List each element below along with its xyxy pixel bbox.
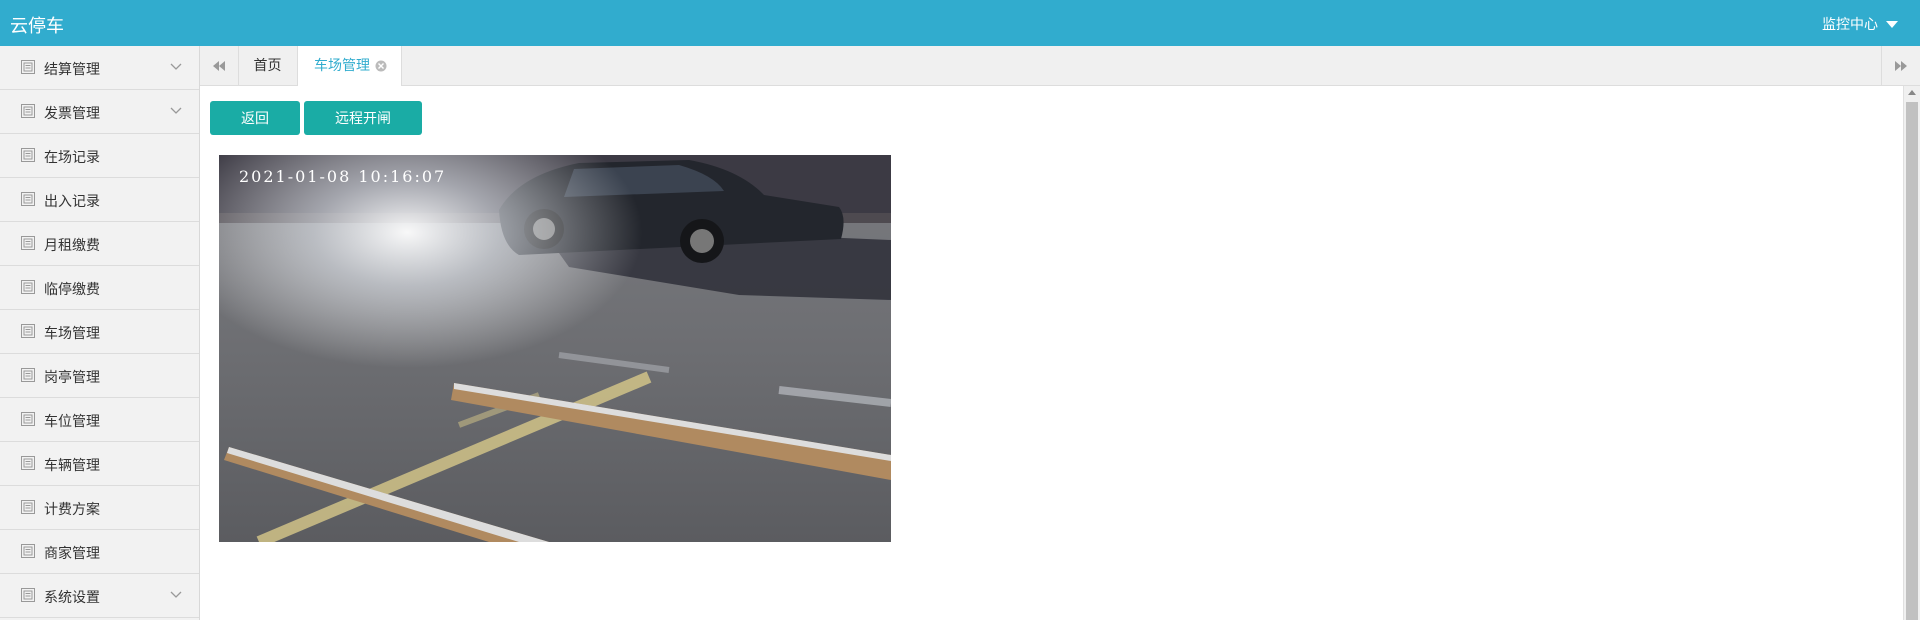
sidebar-item[interactable]: 计费方案 <box>0 486 199 530</box>
document-icon <box>21 544 35 558</box>
sidebar-item-label: 出入记录 <box>44 194 100 210</box>
sidebar-item[interactable]: 发票管理 <box>0 90 199 134</box>
sidebar-item[interactable]: 车辆管理 <box>0 442 199 486</box>
tab-bar: 首页 车场管理 <box>200 46 1920 86</box>
back-button[interactable]: 返回 <box>210 101 300 135</box>
chevron-down-icon <box>170 63 182 70</box>
sidebar-item[interactable]: 结算管理 <box>0 46 199 90</box>
caret-down-icon <box>1886 20 1898 28</box>
chevron-down-icon <box>170 591 182 598</box>
main-content: 返回 远程开闸 2021-01-08 10:16:07 <box>200 86 1903 620</box>
sidebar-item[interactable]: 车场管理 <box>0 310 199 354</box>
close-circle-icon[interactable] <box>375 60 387 72</box>
sidebar-item-label: 结算管理 <box>44 62 100 78</box>
sidebar-item-label: 计费方案 <box>44 502 100 518</box>
sidebar: 结算管理发票管理在场记录出入记录月租缴费临停缴费车场管理岗亭管理车位管理车辆管理… <box>0 46 200 620</box>
sidebar-item[interactable]: 车位管理 <box>0 398 199 442</box>
sidebar-item[interactable]: 商家管理 <box>0 530 199 574</box>
document-icon <box>21 412 35 426</box>
app-title: 云停车 <box>10 16 64 37</box>
sidebar-item-label: 月租缴费 <box>44 238 100 254</box>
scrollbar-thumb[interactable] <box>1906 102 1918 620</box>
document-icon <box>21 236 35 250</box>
scroll-up-arrow-icon[interactable] <box>1908 90 1916 95</box>
document-icon <box>21 456 35 470</box>
document-icon <box>21 280 35 294</box>
double-left-arrow-icon <box>213 60 225 71</box>
sidebar-item-label: 车位管理 <box>44 414 100 430</box>
document-icon <box>21 148 35 162</box>
document-icon <box>21 60 35 74</box>
document-icon <box>21 500 35 514</box>
sidebar-item-label: 车场管理 <box>44 326 100 342</box>
sidebar-item[interactable]: 岗亭管理 <box>0 354 199 398</box>
sidebar-item-label: 岗亭管理 <box>44 370 100 386</box>
tab-home[interactable]: 首页 <box>238 46 298 86</box>
document-icon <box>21 324 35 338</box>
monitor-center-label: 监控中心 <box>1822 17 1878 33</box>
double-right-arrow-icon <box>1895 60 1907 71</box>
sidebar-item[interactable]: 月租缴费 <box>0 222 199 266</box>
chevron-down-icon <box>170 107 182 114</box>
tab-parking-management-label: 车场管理 <box>314 58 370 74</box>
document-icon <box>21 192 35 206</box>
sidebar-item-label: 系统设置 <box>44 590 100 606</box>
sidebar-item-label: 发票管理 <box>44 106 100 122</box>
document-icon <box>21 104 35 118</box>
sidebar-item[interactable]: 临停缴费 <box>0 266 199 310</box>
top-header: 云停车 监控中心 <box>0 0 1920 46</box>
tab-parking-management[interactable]: 车场管理 <box>298 46 402 86</box>
sidebar-item-label: 商家管理 <box>44 546 100 562</box>
monitor-center-menu[interactable]: 监控中心 <box>1822 14 1898 34</box>
sidebar-item-label: 临停缴费 <box>44 282 100 298</box>
vertical-scrollbar[interactable] <box>1903 86 1920 620</box>
camera-snapshot: 2021-01-08 10:16:07 <box>219 155 891 542</box>
camera-scene-image <box>219 155 891 542</box>
camera-timestamp: 2021-01-08 10:16:07 <box>239 167 447 186</box>
document-icon <box>21 588 35 602</box>
tab-scroll-right-button[interactable] <box>1881 46 1920 85</box>
sidebar-item-label: 车辆管理 <box>44 458 100 474</box>
document-icon <box>21 368 35 382</box>
sidebar-item[interactable]: 系统设置 <box>0 574 199 618</box>
sidebar-item[interactable]: 在场记录 <box>0 134 199 178</box>
sidebar-item[interactable]: 出入记录 <box>0 178 199 222</box>
remote-open-gate-button[interactable]: 远程开闸 <box>304 101 422 135</box>
sidebar-item-label: 在场记录 <box>44 150 100 166</box>
tab-scroll-left-button[interactable] <box>200 46 239 85</box>
